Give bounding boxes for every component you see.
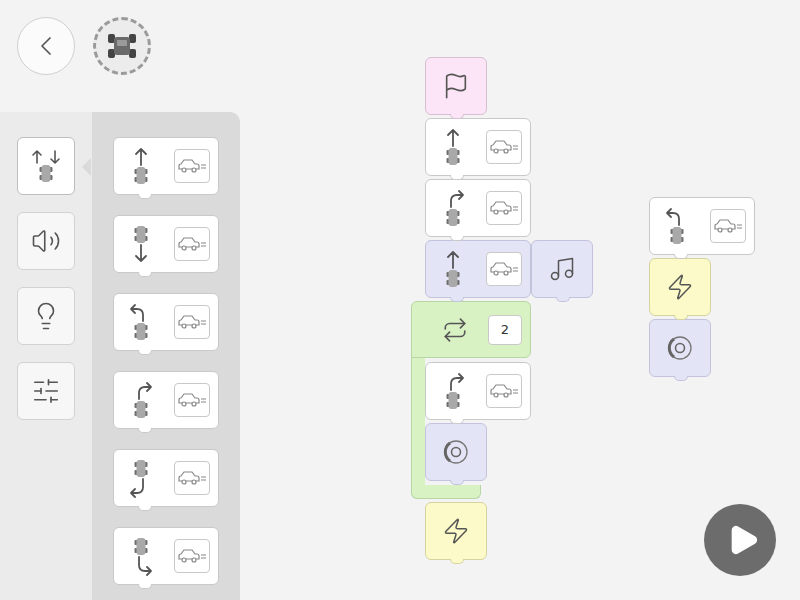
play-button[interactable] bbox=[704, 504, 776, 576]
sensor-condition[interactable] bbox=[174, 149, 210, 183]
move-block[interactable] bbox=[425, 362, 531, 420]
move-block[interactable] bbox=[425, 179, 531, 237]
car-sensor-icon bbox=[177, 469, 207, 487]
sensor-condition[interactable] bbox=[486, 374, 522, 408]
header bbox=[0, 0, 240, 112]
flag-icon bbox=[442, 72, 470, 100]
car-sensor-icon bbox=[489, 382, 519, 400]
move-block[interactable] bbox=[113, 137, 219, 195]
turn-right-icon bbox=[438, 371, 468, 411]
sliders-icon bbox=[31, 376, 61, 406]
repeat-bar bbox=[411, 358, 425, 485]
move-block[interactable] bbox=[113, 449, 219, 507]
back-right-icon bbox=[126, 536, 156, 576]
sensor-condition[interactable] bbox=[486, 191, 522, 225]
car-sensor-icon bbox=[177, 235, 207, 253]
category-button[interactable] bbox=[17, 287, 75, 345]
robot-avatar[interactable] bbox=[93, 17, 151, 75]
brake-icon bbox=[665, 333, 695, 363]
move-block[interactable] bbox=[113, 371, 219, 429]
repeat-body bbox=[411, 358, 531, 485]
car-sensor-icon bbox=[177, 157, 207, 175]
sensor-condition[interactable] bbox=[174, 305, 210, 339]
motion-icon bbox=[29, 148, 63, 184]
back-icon bbox=[30, 30, 62, 62]
category-button[interactable] bbox=[17, 362, 75, 420]
play-icon bbox=[726, 523, 760, 557]
sensor-condition[interactable] bbox=[174, 539, 210, 573]
turn-left-icon bbox=[126, 302, 156, 342]
backward-icon bbox=[126, 224, 156, 264]
sensor-condition[interactable] bbox=[486, 252, 522, 286]
sensor-condition[interactable] bbox=[486, 130, 522, 164]
lightning-icon bbox=[666, 273, 694, 301]
lightbulb-icon bbox=[31, 301, 61, 331]
flash-block[interactable] bbox=[425, 502, 487, 560]
move-block[interactable] bbox=[649, 197, 755, 255]
move-block[interactable] bbox=[113, 293, 219, 351]
left-column bbox=[0, 0, 240, 600]
car-sensor-icon bbox=[177, 547, 207, 565]
brake-block[interactable] bbox=[649, 319, 711, 377]
script[interactable] bbox=[649, 197, 755, 377]
brake-block[interactable] bbox=[425, 423, 487, 481]
car-sensor-icon bbox=[489, 138, 519, 156]
car-sensor-icon bbox=[177, 313, 207, 331]
music-note-icon bbox=[548, 255, 576, 283]
script-canvas[interactable]: 2 bbox=[240, 0, 800, 600]
block-panel bbox=[0, 112, 240, 600]
turn-right-icon bbox=[438, 188, 468, 228]
start-block[interactable] bbox=[425, 57, 487, 115]
category-button[interactable] bbox=[17, 212, 75, 270]
car-sensor-icon bbox=[489, 260, 519, 278]
repeat-header[interactable]: 2 bbox=[411, 301, 531, 358]
sensor-condition[interactable] bbox=[174, 383, 210, 417]
move-block[interactable] bbox=[113, 527, 219, 585]
category-list bbox=[0, 112, 92, 600]
move-block[interactable] bbox=[113, 215, 219, 273]
lightning-icon bbox=[442, 517, 470, 545]
repeat-foot bbox=[411, 485, 481, 499]
script[interactable]: 2 bbox=[425, 57, 593, 560]
flash-block[interactable] bbox=[649, 258, 711, 316]
turn-right-icon bbox=[126, 380, 156, 420]
block-palette bbox=[92, 112, 240, 600]
forward-icon bbox=[126, 146, 156, 186]
category-button[interactable] bbox=[17, 137, 75, 195]
sensor-condition[interactable] bbox=[174, 461, 210, 495]
forward-icon bbox=[438, 249, 468, 289]
turn-left-icon bbox=[662, 206, 692, 246]
sound-attachment[interactable] bbox=[531, 240, 593, 298]
screen: 2 bbox=[0, 0, 800, 600]
move-block[interactable] bbox=[425, 118, 531, 176]
brake-icon bbox=[441, 437, 471, 467]
repeat-inner bbox=[425, 358, 531, 485]
back-button[interactable] bbox=[17, 17, 75, 75]
move-block[interactable] bbox=[425, 240, 531, 298]
repeat-icon bbox=[442, 317, 468, 343]
move-sound-block[interactable] bbox=[425, 240, 593, 298]
car-sensor-icon bbox=[713, 217, 743, 235]
sensor-condition[interactable] bbox=[710, 209, 746, 243]
sensor-condition[interactable] bbox=[174, 227, 210, 261]
car-sensor-icon bbox=[177, 391, 207, 409]
repeat-count[interactable]: 2 bbox=[488, 315, 522, 345]
robot-car-icon bbox=[105, 31, 139, 61]
speaker-icon bbox=[31, 226, 61, 256]
forward-icon bbox=[438, 127, 468, 167]
back-left-icon bbox=[126, 458, 156, 498]
repeat-block[interactable]: 2 bbox=[411, 301, 531, 499]
car-sensor-icon bbox=[489, 199, 519, 217]
